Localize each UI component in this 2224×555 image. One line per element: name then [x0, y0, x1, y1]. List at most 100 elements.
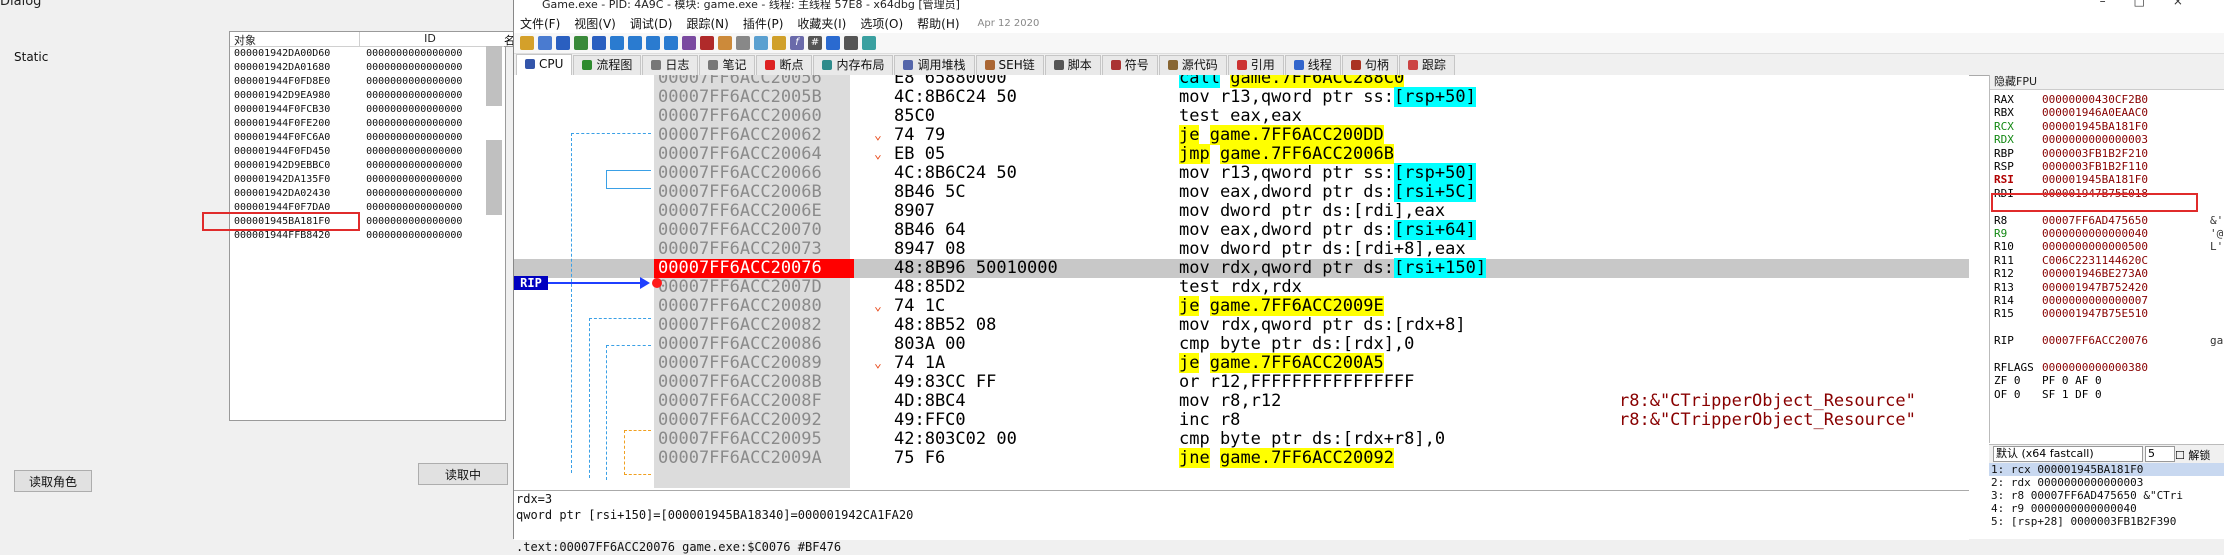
- tab-14[interactable]: 跟踪: [1398, 55, 1455, 75]
- run-to-user-icon[interactable]: [664, 36, 678, 50]
- disasm-row[interactable]: 00007FF6ACC2006E 8907 mov dword ptr ds:[rd…: [514, 202, 1969, 221]
- menu-view[interactable]: 视图(V): [574, 15, 616, 32]
- disasm-row[interactable]: 00007FF6ACC20070 8B46 64 mov eax,dword ptr…: [514, 220, 1969, 240]
- tab-9[interactable]: 符号: [1101, 55, 1158, 75]
- branch-line: [606, 345, 651, 346]
- menu-file[interactable]: 文件(F): [520, 15, 560, 32]
- disasm-row[interactable]: 00007FF6ACC20089 ⌄ 74 1A je game.7FF6ACC200…: [514, 353, 1969, 373]
- disasm-row[interactable]: 00007FF6ACC20086 803A 00 cmp byte ptr ds:[…: [514, 335, 1969, 354]
- arg-count-spinner[interactable]: 5: [2145, 446, 2175, 462]
- stack-arg-row[interactable]: 1: rcx 000001945BA181F0: [1989, 463, 2224, 476]
- menu-help[interactable]: 帮助(H): [917, 15, 959, 32]
- step-over-icon[interactable]: [628, 36, 642, 50]
- tab-10[interactable]: 源代码: [1158, 55, 1227, 75]
- instruction-bytes: 85C0: [894, 106, 935, 126]
- breakpoint-dot[interactable]: [652, 278, 662, 288]
- disasm-row[interactable]: 00007FF6ACC20095 42:803C02 00 cmp byte ptr…: [514, 430, 1969, 449]
- col-header-object[interactable]: 对象: [230, 32, 360, 47]
- tab-2[interactable]: 日志: [642, 55, 699, 75]
- disasm-row[interactable]: 00007FF6ACC20080 ⌄ 74 1C je game.7FF6ACC200…: [514, 296, 1969, 316]
- disassembly-view[interactable]: 00007FF6ACC20056 E8 65880000 call game.7FF…: [514, 75, 1969, 488]
- register-name: RIP: [1994, 334, 2014, 348]
- list-item[interactable]: 000001944FFB8420 0000000000000000: [230, 229, 505, 243]
- tab-0[interactable]: CPU: [516, 54, 573, 75]
- run-to-return-icon[interactable]: [646, 36, 660, 50]
- tab-12[interactable]: 线程: [1284, 55, 1341, 75]
- tab-11[interactable]: 引用: [1227, 55, 1284, 75]
- disasm-row[interactable]: 00007FF6ACC20082 48:8B52 08 mov rdx,qword …: [514, 316, 1969, 335]
- disasm-row[interactable]: 00007FF6ACC20060 85C0 test eax,eax: [514, 107, 1969, 126]
- list-item[interactable]: 000001942D9EBBC0 0000000000000000: [230, 159, 505, 173]
- restart-icon[interactable]: [538, 36, 552, 50]
- globe-icon[interactable]: [862, 36, 876, 50]
- window-controls[interactable]: –□×: [2100, 0, 2211, 7]
- tab-8[interactable]: 脚本: [1044, 55, 1101, 75]
- tab-4[interactable]: 断点: [756, 55, 813, 75]
- menu-plugins[interactable]: 插件(P): [743, 15, 784, 32]
- reading-button[interactable]: 读取中: [418, 463, 508, 485]
- list-item[interactable]: 000001942D9EA980 0000000000000000: [230, 89, 505, 103]
- list-item[interactable]: 000001944F0FC6A0 0000000000000000: [230, 131, 505, 145]
- list-item[interactable]: 000001942DA00D60 0000000000000000: [230, 47, 505, 61]
- calculator-icon[interactable]: [844, 36, 858, 50]
- list-item[interactable]: 000001944F0FD450 0000000000000000: [230, 145, 505, 159]
- unlock-checkbox[interactable]: ☐ 解锁: [2175, 447, 2210, 463]
- stack-args-pane[interactable]: 1: rcx 000001945BA181F0 2: rdx 0000000000…: [1989, 463, 2224, 539]
- disasm-row[interactable]: 00007FF6ACC20066 4C:8B6C24 50 mov r13,qwor…: [514, 163, 1969, 183]
- stack-arg-row[interactable]: 5: [rsp+28] 0000003FB1B2F390: [1989, 515, 2224, 528]
- list-item[interactable]: 000001944F0FCB30 0000000000000000: [230, 103, 505, 117]
- list-item[interactable]: 000001942DA01680 0000000000000000: [230, 61, 505, 75]
- pause-icon[interactable]: [592, 36, 606, 50]
- menu-trace[interactable]: 跟踪(N): [686, 15, 728, 32]
- stack-arg-row[interactable]: 3: r8 00007FF6AD475650 &"CTri: [1989, 489, 2224, 502]
- tab-icon: [525, 59, 535, 69]
- trace-icon[interactable]: [682, 36, 696, 50]
- read-role-button[interactable]: 读取角色: [14, 470, 92, 492]
- open-icon[interactable]: [520, 36, 534, 50]
- menu-favourites[interactable]: 收藏夹(I): [797, 15, 846, 32]
- disasm-row[interactable]: 00007FF6ACC2009A 75 F6 jne game.7FF6ACC200…: [514, 448, 1969, 468]
- tab-5[interactable]: 内存布局: [813, 55, 894, 75]
- disasm-row[interactable]: 00007FF6ACC20062 ⌄ 74 79 je game.7FF6ACC200…: [514, 125, 1969, 145]
- comment-icon[interactable]: [736, 36, 750, 50]
- register-pane[interactable]: 隐藏FPU RAX 00000000430CF2B0 RBX 000001946A0E…: [1989, 75, 2224, 443]
- list-item[interactable]: 000001942DA02430 0000000000000000: [230, 187, 505, 201]
- object-id: 0000000000000000: [366, 76, 463, 87]
- tab-13[interactable]: 句柄: [1341, 55, 1398, 75]
- disasm-row[interactable]: 00007FF6ACC20073 8947 08 mov dword ptr ds:…: [514, 240, 1969, 259]
- disasm-row[interactable]: 00007FF6ACC2007D 48:85D2 test rdx,rdx: [514, 278, 1969, 297]
- col-header-id[interactable]: ID: [360, 32, 500, 46]
- bookmark-icon[interactable]: [772, 36, 786, 50]
- disasm-row[interactable]: 00007FF6ACC20076 48:8B96 50010000 mov rdx,…: [514, 258, 1969, 278]
- disasm-row[interactable]: 00007FF6ACC2006B 8B46 5C mov eax,dword ptr…: [514, 182, 1969, 202]
- menu-debug[interactable]: 调试(D): [630, 15, 673, 32]
- menu-options[interactable]: 选项(O): [860, 15, 903, 32]
- function-icon[interactable]: f: [790, 36, 804, 50]
- disasm-row[interactable]: 00007FF6ACC20092 49:FFC0 inc r8 r8:&"CTripp…: [514, 411, 1969, 430]
- disasm-row[interactable]: 00007FF6ACC2005B 4C:8B6C24 50 mov r13,qwor…: [514, 87, 1969, 107]
- disasm-row[interactable]: 00007FF6ACC2008F 4D:8BC4 mov r8,r12 r8:&"CT…: [514, 392, 1969, 411]
- list-item[interactable]: 000001944F0FD8E0 0000000000000000: [230, 75, 505, 89]
- hash-icon[interactable]: #: [808, 36, 822, 50]
- list-item[interactable]: 000001942DA135F0 0000000000000000: [230, 173, 505, 187]
- label-icon[interactable]: [754, 36, 768, 50]
- script-icon[interactable]: [826, 36, 840, 50]
- register-name: RSI: [1994, 173, 2014, 187]
- loop-line: [624, 474, 651, 475]
- animate-icon[interactable]: [700, 36, 714, 50]
- disasm-row[interactable]: 00007FF6ACC2008B 49:83CC FF or r12,FFFFFFF…: [514, 373, 1969, 392]
- calling-convention-select[interactable]: 默认 (x64 fastcall): [1993, 446, 2143, 462]
- disasm-row[interactable]: 00007FF6ACC20064 ⌄ EB 05 jmp game.7FF6ACC20…: [514, 144, 1969, 164]
- stop-icon[interactable]: [556, 36, 570, 50]
- list-item[interactable]: 000001944F0FE200 0000000000000000: [230, 117, 505, 131]
- stack-arg-row[interactable]: 2: rdx 0000000000000003: [1989, 476, 2224, 489]
- tab-1[interactable]: 流程图: [573, 55, 642, 75]
- patch-icon[interactable]: [718, 36, 732, 50]
- tab-7[interactable]: SEH链: [975, 55, 1044, 75]
- tab-3[interactable]: 笔记: [699, 55, 756, 75]
- step-into-icon[interactable]: [610, 36, 624, 50]
- run-icon[interactable]: [574, 36, 588, 50]
- stack-arg-row[interactable]: 4: r9 0000000000000040: [1989, 502, 2224, 515]
- hide-fpu-button[interactable]: 隐藏FPU: [1990, 75, 2224, 90]
- tab-6[interactable]: 调用堆栈: [894, 55, 975, 75]
